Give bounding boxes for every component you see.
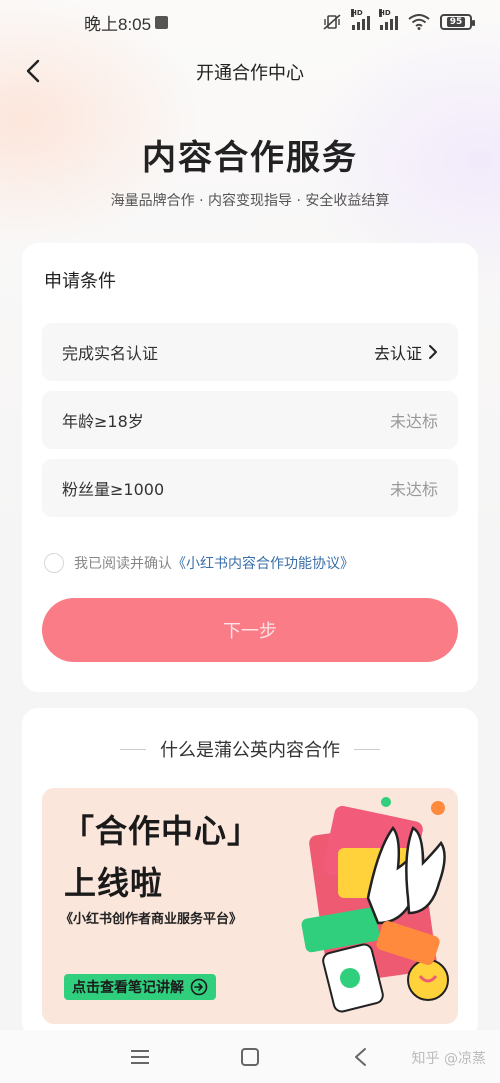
home-square-icon [241,1048,259,1066]
menu-button[interactable] [125,1042,155,1072]
agreement: 我已阅读并确认 《小红书内容合作功能协议》 [44,553,354,573]
banner-title: 「合作中心」 [62,812,261,850]
banner-title: 上线啦 [64,864,164,902]
back-button[interactable] [18,56,48,86]
watermark: 知乎 @凉蒸 [411,1051,486,1067]
notification-icon [155,15,169,29]
condition-row-verification[interactable]: 完成实名认证 去认证 [42,323,458,381]
status-icons: HD HD 95 [322,9,475,31]
agreement-link[interactable]: 《小红书内容合作功能协议》 [172,553,354,573]
back-triangle-icon [355,1048,366,1066]
battery-level: 95 [446,17,466,27]
agreement-text: 我已阅读并确认 [74,556,172,572]
divider [120,748,146,750]
high-five-illustration [301,797,449,1013]
page-title: 开通合作中心 [196,63,304,84]
intro-heading-text: 什么是蒲公英内容合作 [160,740,340,761]
chevron-right-icon [429,345,437,359]
conditions-card: 申请条件 完成实名认证 去认证 年龄≥18岁 未达标 粉丝量≥1000 未达标 … [22,243,478,692]
battery-icon: 95 [440,14,475,30]
signal-icon: HD [351,9,370,30]
agreement-checkbox[interactable] [44,553,64,573]
hero-subtitle: 海量品牌合作 · 内容变现指导 · 安全收益结算 [110,193,390,209]
intro-heading: 什么是蒲公英内容合作 [22,736,478,762]
banner-cta-button[interactable]: 点击查看笔记讲解 [64,974,216,1000]
condition-status: 未达标 [389,412,438,431]
menu-icon [131,1050,149,1064]
chevron-left-icon [26,59,40,83]
condition-status: 未达标 [389,480,438,499]
conditions-heading: 申请条件 [44,271,116,292]
system-back-button[interactable] [345,1042,375,1072]
condition-row-followers: 粉丝量≥1000 未达标 [42,459,458,517]
status-time: 晚上8:05 [84,14,152,34]
arrow-right-circle-icon [190,978,208,996]
system-nav-bar: 知乎 @凉蒸 [0,1030,500,1083]
signal-icon: HD [379,9,398,30]
nav-bar: 开通合作中心 [0,44,500,100]
verify-link[interactable]: 去认证 [374,340,438,364]
hero-title: 内容合作服务 [142,138,358,178]
vibrate-mute-icon [323,14,341,30]
condition-label: 完成实名认证 [62,344,159,363]
divider [354,748,380,750]
home-button[interactable] [235,1042,265,1072]
condition-label: 年龄≥18岁 [62,412,144,431]
intro-card: 什么是蒲公英内容合作 「合作中心」 上线啦 《小红书创作者商业服务平台》 点击查… [22,708,478,1038]
status-bar: 晚上8:05 HD HD 95 [0,0,500,44]
next-step-button[interactable]: 下一步 [42,598,458,662]
banner-cta-label: 点击查看笔记讲解 [72,980,184,996]
banner-subtitle: 《小红书创作者商业服务平台》 [60,912,243,927]
promo-banner[interactable]: 「合作中心」 上线啦 《小红书创作者商业服务平台》 点击查看笔记讲解 [42,788,458,1024]
verify-label: 去认证 [373,344,422,363]
wifi-icon [408,14,430,30]
condition-label: 粉丝量≥1000 [62,480,165,499]
condition-row-age: 年龄≥18岁 未达标 [42,391,458,449]
